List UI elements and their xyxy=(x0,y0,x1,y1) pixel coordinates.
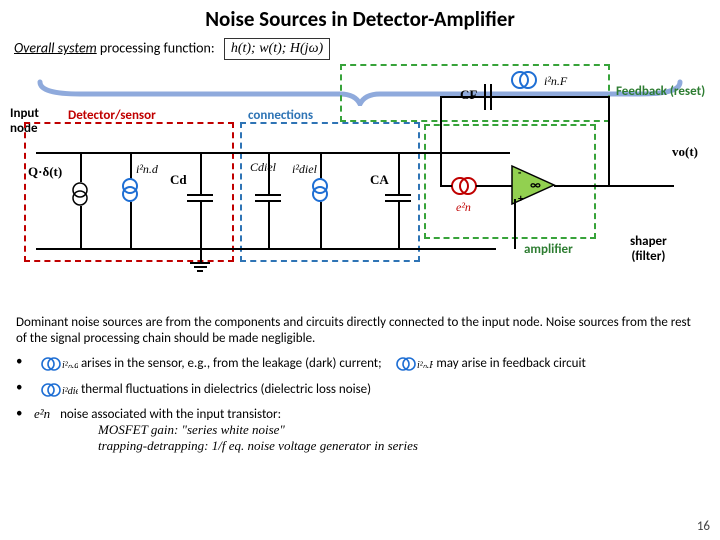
bullet-2: • i²diel thermal fluctuations in dielect… xyxy=(16,380,720,400)
idiel-label: i²diel xyxy=(292,162,317,177)
detector-label: Detector/sensor xyxy=(68,108,156,123)
q-delta-label: Q·δ(t) xyxy=(28,164,62,180)
bullet-dot: • xyxy=(16,380,38,400)
dominant-paragraph: Dominant noise sources are from the comp… xyxy=(16,315,696,348)
wire-qd-top xyxy=(80,152,82,182)
wire-en-up xyxy=(440,152,442,186)
capacitor-ca-icon xyxy=(385,194,411,202)
ind-label: i²n.d xyxy=(136,162,158,177)
subtitle-underlined: Overall system xyxy=(14,39,97,56)
wire-fb-right xyxy=(608,96,610,186)
subtitle-rest: processing function: xyxy=(97,39,215,56)
mini-idiel-icon: i²diel xyxy=(38,380,78,400)
wire-idiel-top xyxy=(320,152,322,180)
wire-fb-left xyxy=(440,96,442,152)
noise-source-ind-icon xyxy=(118,178,142,202)
connections-label: connections xyxy=(248,108,313,123)
wire-qd-bot xyxy=(80,206,82,248)
cdiel-label: Cdiel xyxy=(250,160,276,175)
bullet-dot: • xyxy=(16,354,38,374)
opamp-plus: + xyxy=(518,192,523,205)
wire-ca-top xyxy=(398,152,400,194)
bullet3-head: noise associated with the input transist… xyxy=(60,407,281,422)
bullet-1: • i²ₙ.d arises in the sensor, e.g., from… xyxy=(16,354,720,374)
capacitor-cd-icon xyxy=(187,194,213,202)
subtitle: Overall system processing function: h(t)… xyxy=(14,38,720,60)
wire-ind-bot xyxy=(130,202,132,248)
noise-source-en-icon xyxy=(450,176,478,200)
wire-ind-top xyxy=(130,152,132,180)
wire-opamp-plus xyxy=(514,199,516,249)
current-source-icon xyxy=(68,182,92,206)
wire-cd-top xyxy=(200,152,202,194)
inf-label: i²n.F xyxy=(544,74,567,89)
vo-label: vo(t) xyxy=(672,144,698,160)
wire-out xyxy=(554,185,674,187)
svg-text:i²ₙ.d: i²ₙ.d xyxy=(62,360,78,371)
feedback-label: Feedback (reset) xyxy=(616,84,705,99)
opamp-minus: - xyxy=(518,166,521,179)
mini-ind-icon: i²ₙ.d xyxy=(38,354,78,374)
opamp-gain: ∞ xyxy=(530,178,541,193)
en-symbol: e²n xyxy=(34,406,50,421)
bottom-rail xyxy=(36,248,496,250)
bullet1-b-text: may arise in feedback circuit xyxy=(436,356,585,371)
slide-title: Noise Sources in Detector-Amplifier xyxy=(0,0,720,32)
bullet-3: • e²n noise associated with the input tr… xyxy=(16,406,720,454)
wire-cd-bot xyxy=(200,202,202,248)
bullet3-line1: MOSFET gain: "series white noise" xyxy=(98,422,285,437)
cf-label: CF xyxy=(460,87,477,103)
bullet1-a-text: arises in the sensor, e.g., from the lea… xyxy=(81,356,382,371)
shaper-label: shaper (filter) xyxy=(630,234,667,264)
wire-en-r xyxy=(476,185,512,187)
noise-source-inf-icon xyxy=(510,70,538,94)
input-wire xyxy=(36,152,510,154)
noise-source-idiel-icon xyxy=(308,178,332,202)
en-label: e²n xyxy=(456,200,471,215)
amplifier-label: amplifier xyxy=(524,242,573,257)
page-number: 16 xyxy=(697,519,710,534)
bullet3-line2: trapping-detrapping: 1/f eq. noise volta… xyxy=(98,438,418,453)
wire-cdiel-top xyxy=(268,152,270,194)
wire-gnd xyxy=(200,248,202,262)
processing-function: h(t); w(t); H(jω) xyxy=(224,38,330,60)
bullet2-text: thermal fluctuations in dielectrics (die… xyxy=(81,382,371,397)
capacitor-cdiel-icon xyxy=(255,194,281,202)
cd-label: Cd xyxy=(170,172,187,188)
block-diagram: Input node Detector/sensor connections F… xyxy=(10,64,710,309)
ground-icon xyxy=(190,262,210,274)
svg-text:i²diel: i²diel xyxy=(62,386,78,397)
wire-ca-bot xyxy=(398,202,400,248)
ca-label: CA xyxy=(370,172,389,188)
capacitor-cf-icon xyxy=(484,84,492,110)
svg-text:i²ₙ.F: i²ₙ.F xyxy=(417,360,433,371)
wire-en-l xyxy=(440,185,452,187)
dominant-text: Dominant noise sources are from the comp… xyxy=(16,315,691,346)
wire-cdiel-bot xyxy=(268,202,270,248)
mini-inf-icon: i²ₙ.F xyxy=(393,354,433,374)
wire-idiel-bot xyxy=(320,202,322,248)
